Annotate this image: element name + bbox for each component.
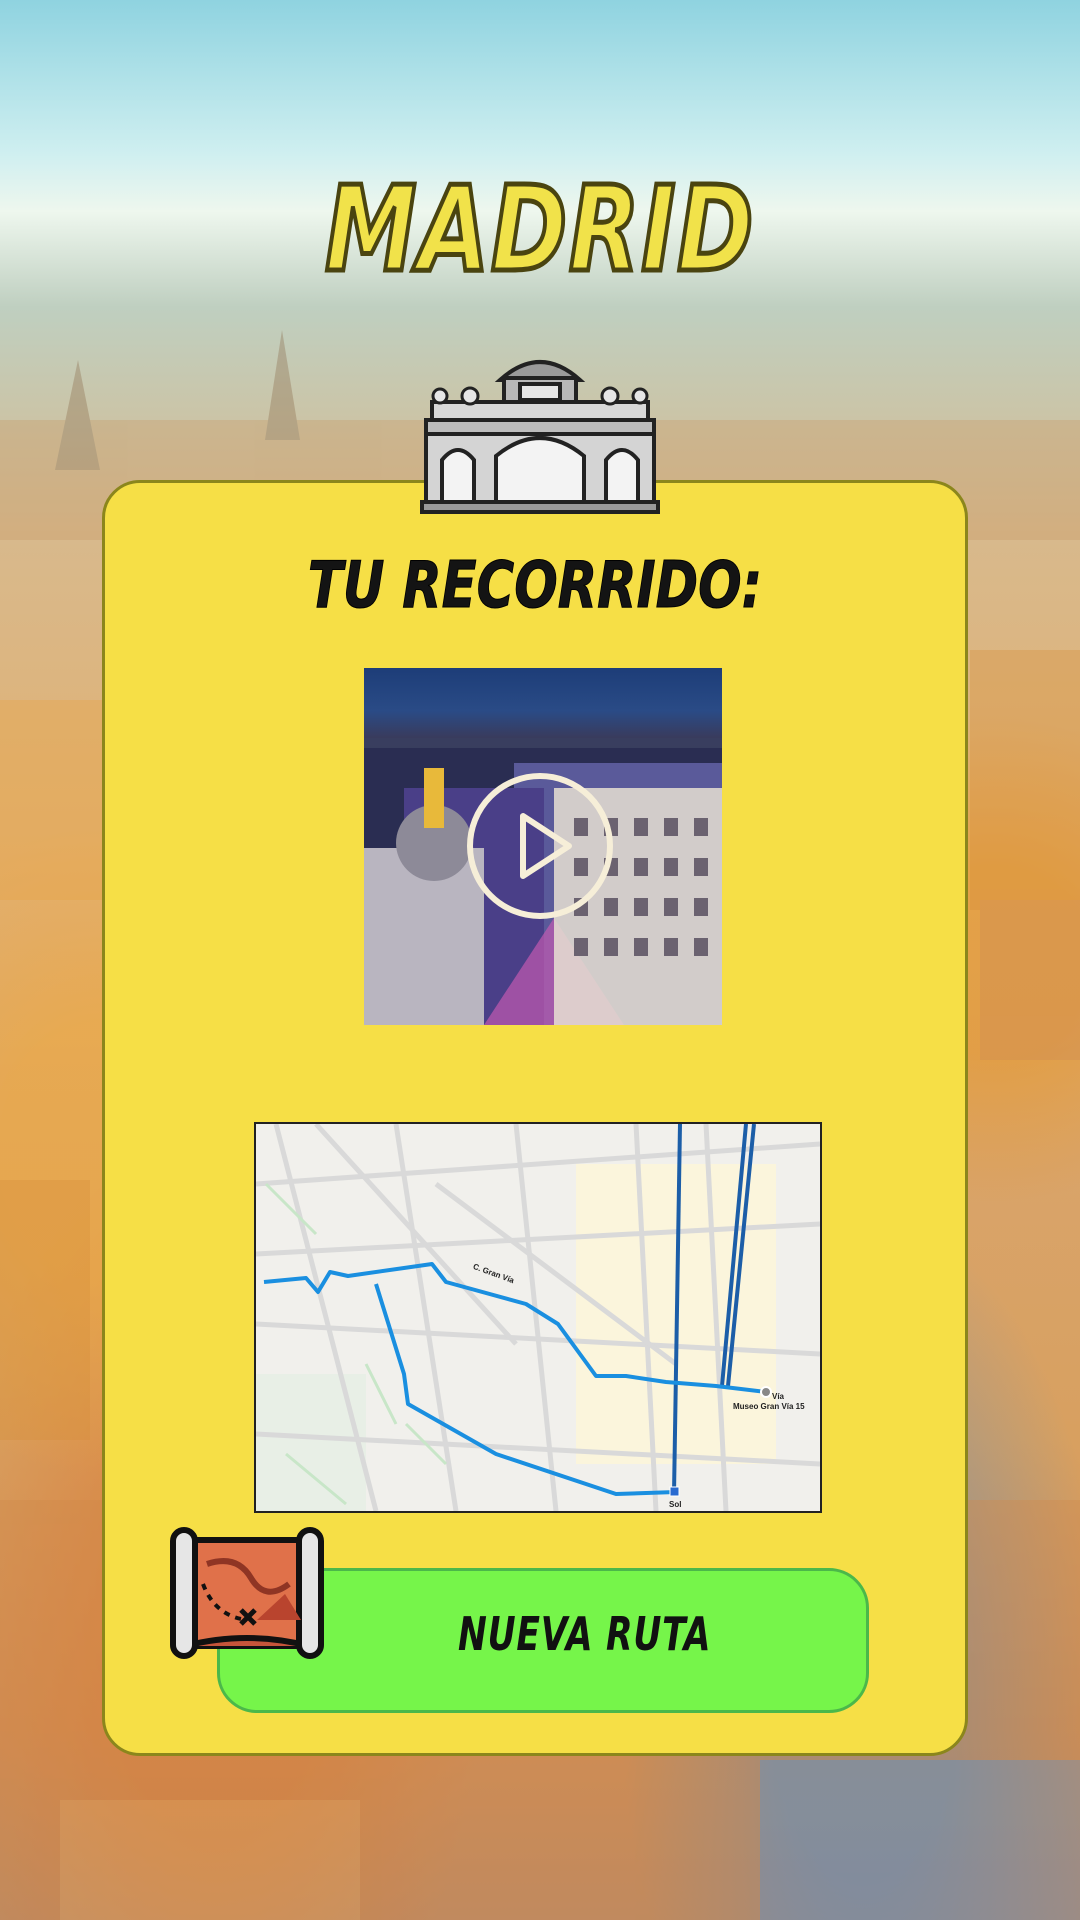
treasure-map-icon bbox=[170, 1527, 324, 1659]
route-map-drawing bbox=[256, 1124, 820, 1511]
museum-label: Museo Gran Vía 15 bbox=[733, 1402, 805, 1411]
via-label: Vía bbox=[772, 1392, 785, 1401]
sol-station-label: Sol bbox=[669, 1500, 682, 1509]
alcala-gate-icon bbox=[420, 360, 660, 514]
route-map[interactable]: Museo Gran Vía 15 Sol Vía C. Gran Vía bbox=[254, 1122, 822, 1513]
video-thumbnail[interactable] bbox=[364, 668, 722, 1025]
city-title: MADRID bbox=[323, 158, 756, 301]
tour-heading: TU RECORRIDO: bbox=[307, 549, 763, 624]
new-route-label: NUEVA RUTA bbox=[458, 1607, 712, 1661]
play-circle-icon[interactable] bbox=[466, 772, 614, 920]
